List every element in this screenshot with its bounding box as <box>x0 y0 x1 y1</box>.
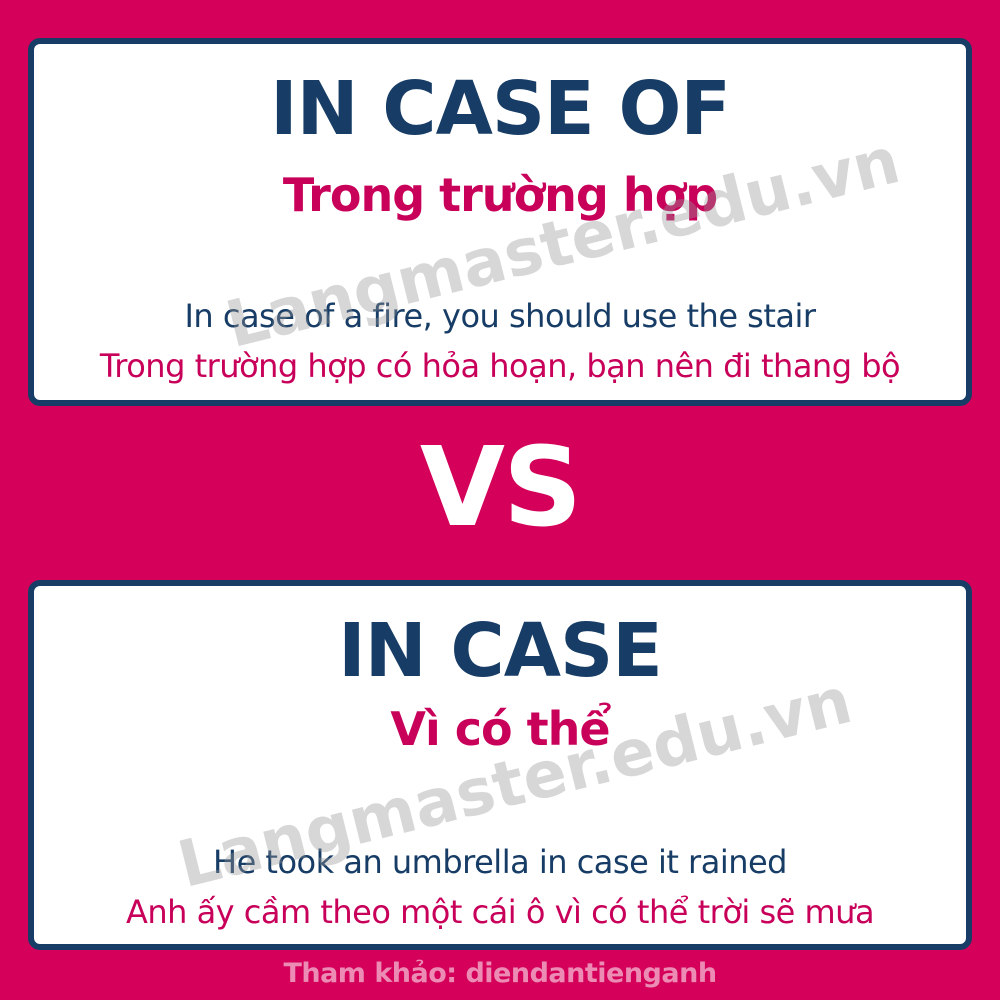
vs-label: VS <box>419 423 582 551</box>
in-case-card: IN CASE Vì có thể He took an umbrella in… <box>28 580 972 950</box>
card-title: IN CASE <box>338 608 663 694</box>
example-english: He took an umbrella in case it rained <box>213 843 787 881</box>
in-case-of-card: IN CASE OF Trong trường hợp In case of a… <box>28 38 972 406</box>
example-english: In case of a fire, you should use the st… <box>184 297 816 335</box>
example-vietnamese: Anh ấy cầm theo một cái ô vì có thể trời… <box>125 893 875 931</box>
card-title: IN CASE OF <box>270 66 731 152</box>
example-vietnamese: Trong trường hợp có hỏa hoạn, bạn nên đi… <box>99 347 901 385</box>
card-meaning: Vì có thể <box>390 702 610 756</box>
card-meaning: Trong trường hợp <box>282 168 718 222</box>
footer-credit: Tham khảo: diendantienganh <box>283 958 717 989</box>
